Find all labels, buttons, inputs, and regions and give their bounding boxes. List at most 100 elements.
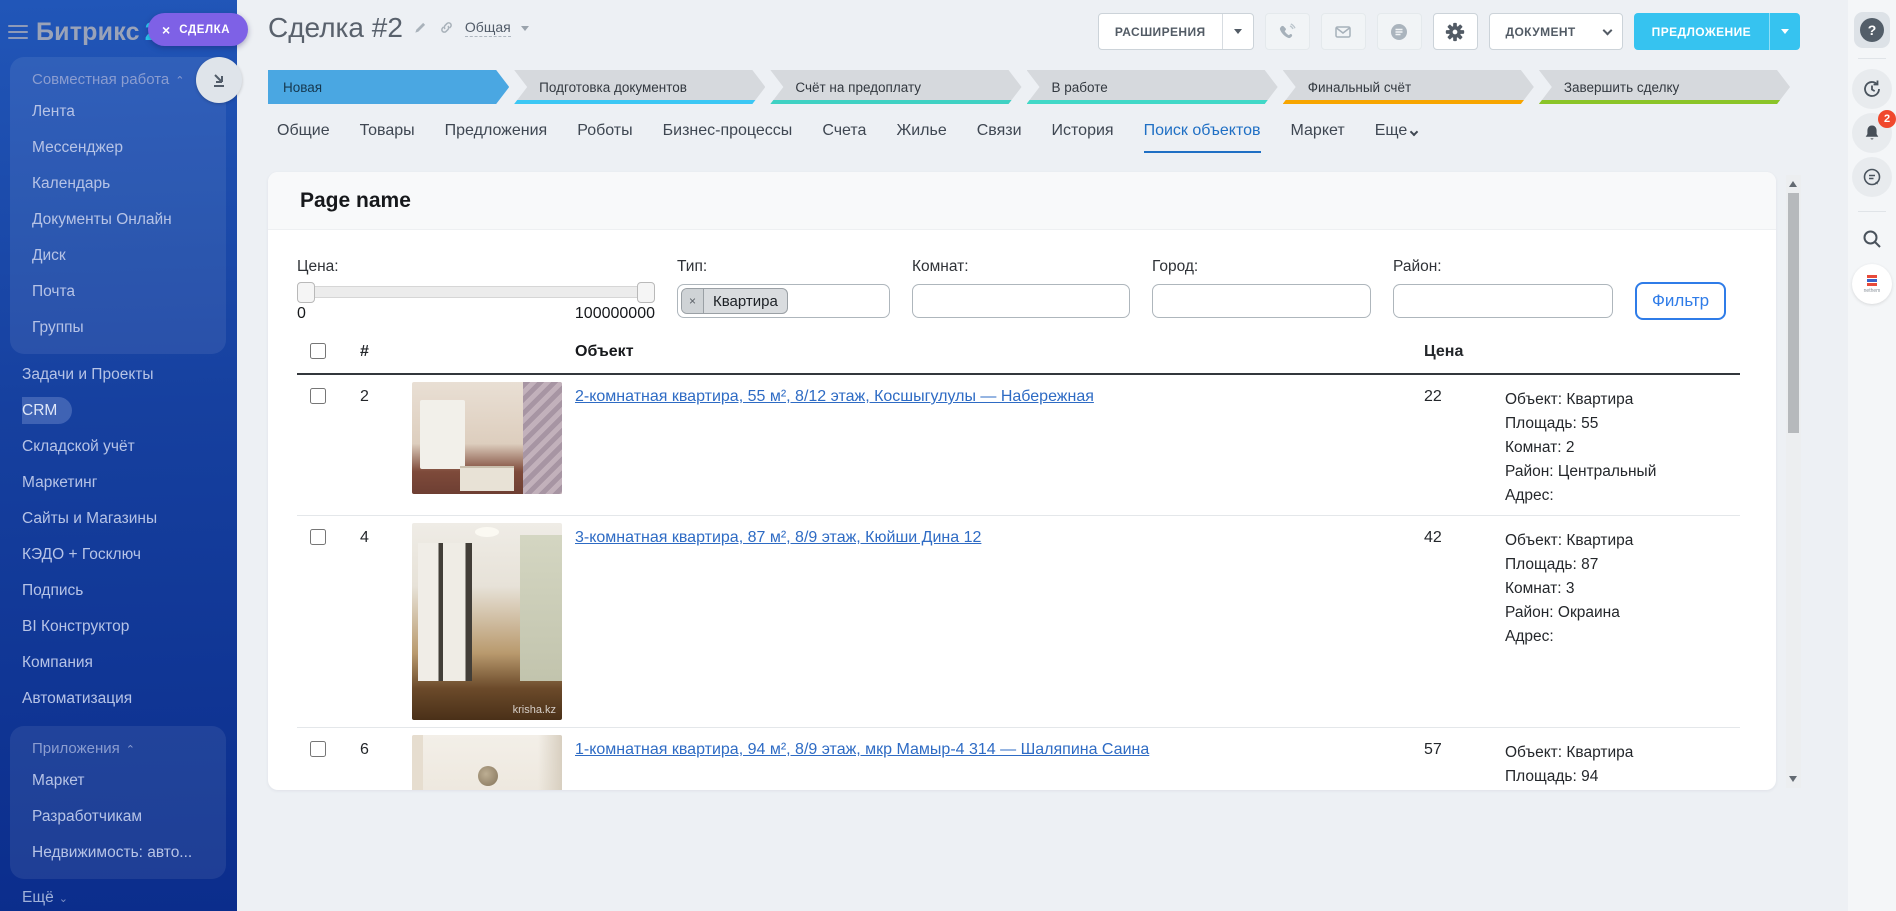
tab-Товары[interactable]: Товары [360, 122, 415, 151]
extensions-dropdown[interactable] [1223, 14, 1253, 49]
sidebar-more[interactable]: Ещё⌄ [0, 879, 237, 907]
deal-pill-button[interactable]: × СДЕЛКА [148, 13, 248, 46]
sidebar-item[interactable]: Документы Онлайн [32, 202, 226, 238]
user-avatar[interactable]: nethem [1852, 264, 1892, 304]
sidebar-item[interactable]: Маркетинг [22, 465, 237, 501]
photo-shape [478, 766, 498, 786]
tab-Предложения[interactable]: Предложения [445, 122, 548, 151]
close-icon[interactable]: × [162, 23, 170, 37]
document-dropdown[interactable] [1592, 14, 1622, 49]
updates-button[interactable] [1852, 69, 1892, 109]
right-rail: ? 2 [1848, 0, 1896, 911]
sidebar-item[interactable]: Группы [32, 310, 226, 346]
sidebar-item[interactable]: CRM [22, 393, 237, 429]
sidebar-item[interactable]: Разработчикам [32, 799, 226, 835]
notifications-button[interactable]: 2 [1852, 113, 1892, 153]
photo-cell: krisha.kz [412, 523, 575, 720]
listing-photo[interactable] [412, 382, 562, 494]
scroll-down-arrow[interactable] [1789, 776, 1797, 782]
tab-Счета[interactable]: Счета [822, 122, 866, 151]
slider-handle-max[interactable] [637, 282, 655, 303]
scroll-up-arrow[interactable] [1789, 181, 1797, 187]
sidebar-item[interactable]: Автоматизация [22, 681, 237, 717]
hamburger-menu-icon[interactable] [8, 25, 28, 39]
listing-link[interactable]: 2-комнатная квартира, 55 м², 8/12 этаж, … [575, 388, 1094, 405]
tab-Бизнес-процессы[interactable]: Бизнес-процессы [663, 122, 793, 151]
tab-Роботы[interactable]: Роботы [577, 122, 632, 151]
scrollbar-thumb[interactable] [1788, 193, 1799, 433]
settings-button[interactable] [1433, 13, 1478, 50]
proposal-button[interactable]: ПРЕДЛОЖЕНИЕ [1634, 13, 1800, 50]
tab-Поиск объектов[interactable]: Поиск объектов [1144, 122, 1261, 153]
chat-button[interactable] [1852, 157, 1892, 197]
sidebar-item[interactable]: Маркет [32, 763, 226, 799]
content-scrollbar[interactable] [1786, 175, 1801, 788]
row-checkbox[interactable] [310, 388, 326, 404]
sidebar-item-label: КЭДО + Госключ [22, 546, 141, 563]
apps-group-header[interactable]: Приложения⌃ [32, 736, 226, 763]
tab-label: Еще [1375, 122, 1408, 139]
pipeline-stage[interactable]: В работе [1027, 70, 1278, 104]
sidebar-item[interactable]: Почта [32, 274, 226, 310]
search-button[interactable] [1852, 222, 1892, 256]
link-chain-icon[interactable] [439, 20, 455, 36]
proposal-dropdown[interactable] [1770, 29, 1800, 34]
district-input[interactable] [1393, 284, 1613, 318]
tab-Еще[interactable]: Еще [1375, 122, 1418, 151]
sidebar-item[interactable]: Мессенджер [32, 130, 226, 166]
select-all-checkbox[interactable] [310, 343, 326, 359]
pipeline-stage[interactable]: Завершить сделку [1539, 70, 1790, 104]
rooms-input[interactable] [912, 284, 1130, 318]
type-tag: × Квартира [681, 288, 788, 314]
pipeline-stage[interactable]: Новая [268, 70, 509, 104]
sidebar-item-label: Задачи и Проекты [22, 366, 154, 383]
pipeline-category[interactable]: Общая [465, 19, 511, 37]
pipeline-stage[interactable]: Подготовка документов [514, 70, 765, 104]
sidebar-item[interactable]: Задачи и Проекты [22, 357, 237, 393]
price-range-slider[interactable] [297, 286, 655, 298]
city-input[interactable] [1152, 284, 1371, 318]
avatar-label: nethem [1864, 288, 1881, 294]
document-button[interactable]: ДОКУМЕНТ [1489, 13, 1623, 50]
stage-color-bar [1283, 100, 1534, 104]
pipeline-stage[interactable]: Финальный счёт [1283, 70, 1534, 104]
sidebar-item[interactable]: Сайты и Магазины [22, 501, 237, 537]
edit-pencil-icon[interactable] [413, 20, 429, 36]
row-checkbox[interactable] [310, 741, 326, 757]
sidebar-item[interactable]: Диск [32, 238, 226, 274]
pipeline-stage[interactable]: Счёт на предоплату [770, 70, 1021, 104]
sidebar-item[interactable]: Компания [22, 645, 237, 681]
tab-Маркет[interactable]: Маркет [1291, 122, 1345, 151]
filters-panel: Цена: 0 100000000 Тип: × К [268, 230, 1776, 335]
tag-remove-icon[interactable]: × [682, 289, 704, 313]
extensions-button[interactable]: РАСШИРЕНИЯ [1098, 13, 1254, 50]
type-input[interactable]: × Квартира [677, 284, 890, 318]
listing-photo[interactable] [412, 735, 562, 790]
detail-line: Площадь: 94 [1505, 765, 1740, 789]
sidebar-item[interactable]: BI Конструктор [22, 609, 237, 645]
sidebar-item[interactable]: Подпись [22, 573, 237, 609]
row-checkbox[interactable] [310, 529, 326, 545]
sidebar-collapse-button[interactable] [196, 57, 242, 103]
copilot-button[interactable] [1377, 13, 1422, 50]
call-button[interactable] [1265, 13, 1310, 50]
sidebar-item[interactable]: КЭДО + Госключ [22, 537, 237, 573]
listing-link[interactable]: 1-комнатная квартира, 94 м², 8/9 этаж, м… [575, 741, 1149, 758]
tab-Связи[interactable]: Связи [977, 122, 1022, 151]
listing-photo[interactable]: krisha.kz [412, 523, 562, 720]
divider [1858, 58, 1886, 59]
tab-Жилье[interactable]: Жилье [896, 122, 946, 151]
help-button[interactable]: ? [1854, 12, 1890, 48]
chevron-down-icon: ⌄ [59, 893, 68, 905]
sidebar-item[interactable]: Складской учёт [22, 429, 237, 465]
slider-handle-min[interactable] [297, 282, 315, 303]
email-button[interactable] [1321, 13, 1366, 50]
chat-bubble-icon [1861, 166, 1883, 188]
listing-link[interactable]: 3-комнатная квартира, 87 м², 8/9 этаж, К… [575, 529, 981, 546]
sidebar-item[interactable]: Лента [32, 94, 226, 130]
tab-История[interactable]: История [1052, 122, 1114, 151]
tab-Общие[interactable]: Общие [277, 122, 330, 151]
filter-button[interactable]: Фильтр [1635, 282, 1726, 320]
sidebar-item[interactable]: Недвижимость: авто... [32, 835, 226, 871]
sidebar-item[interactable]: Календарь [32, 166, 226, 202]
